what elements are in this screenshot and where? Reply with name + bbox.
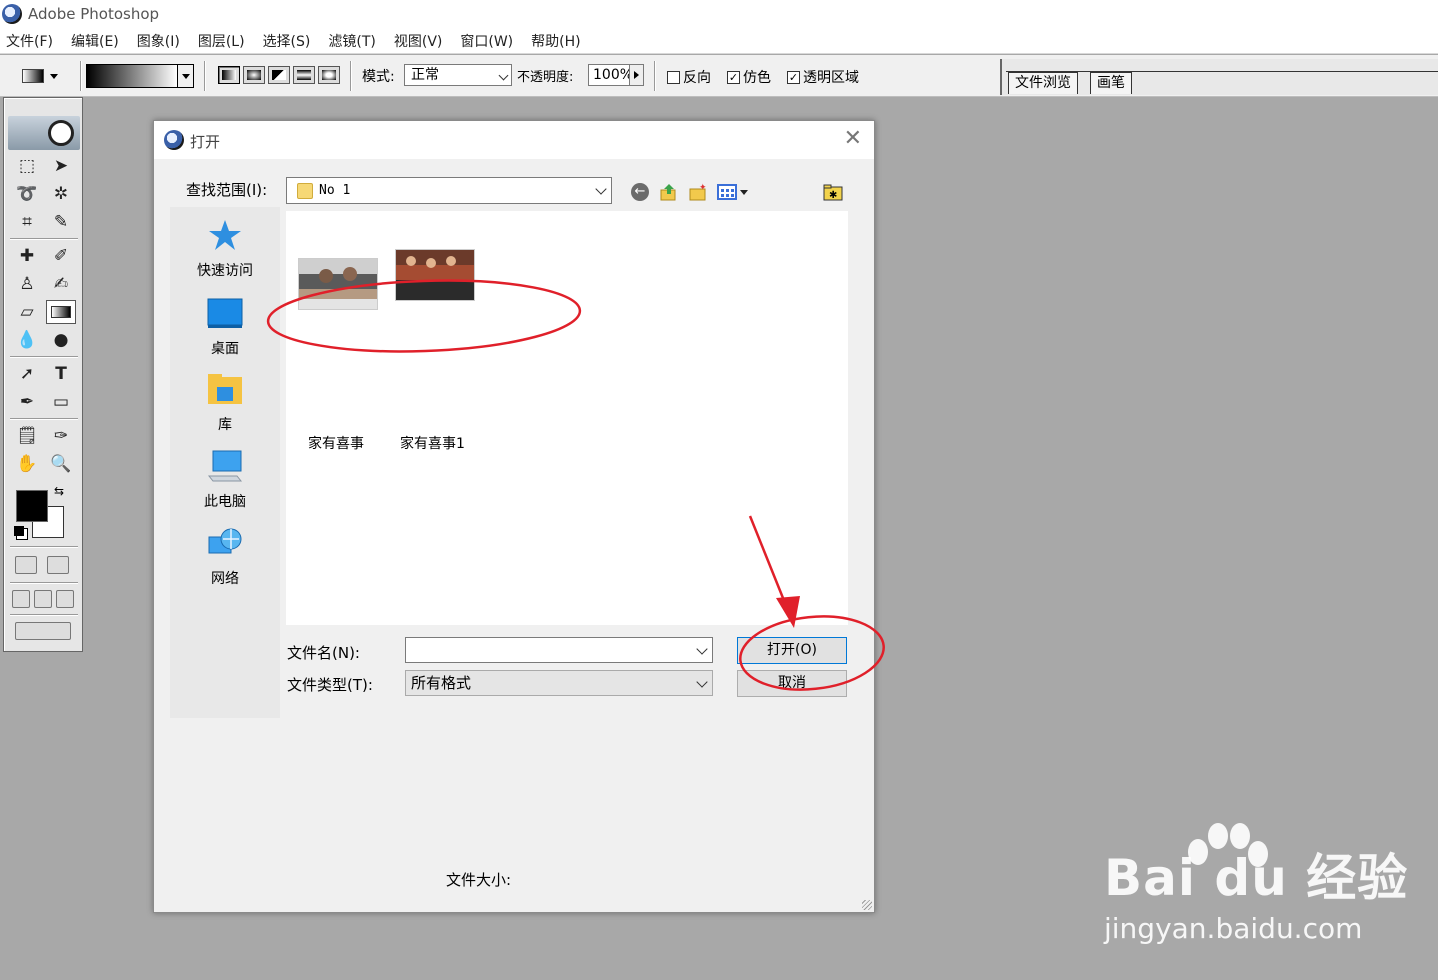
watermark-brand: Bai du 经验 (1104, 849, 1409, 907)
annotation-ellipse-open (739, 615, 885, 691)
annotation-arrow (748, 515, 789, 609)
annotation-ellipse-files (266, 279, 582, 353)
watermark-url: jingyan.baidu.com (1104, 912, 1363, 945)
